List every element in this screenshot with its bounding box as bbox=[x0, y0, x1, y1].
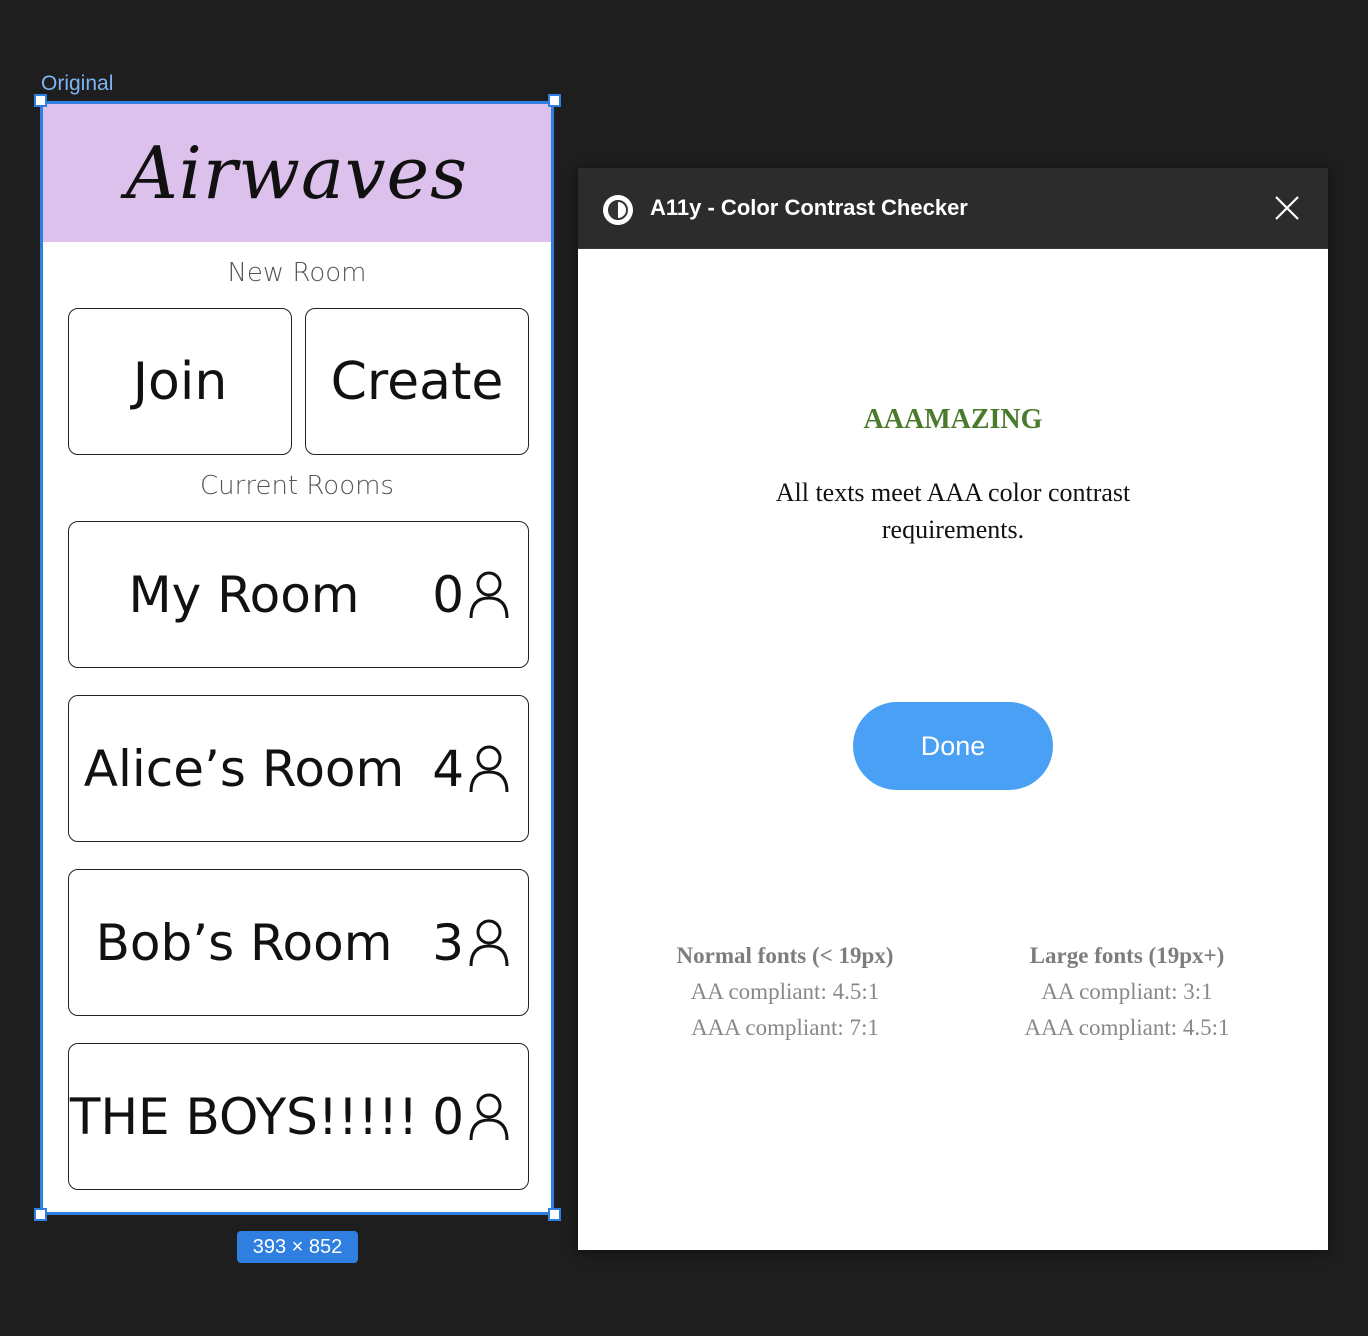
resize-handle-bottom-left[interactable] bbox=[34, 1208, 47, 1221]
resize-handle-top-left[interactable] bbox=[34, 94, 47, 107]
contrast-checker-panel: A11y - Color Contrast Checker AAAMAZING … bbox=[578, 168, 1328, 1250]
contrast-icon bbox=[603, 195, 633, 225]
room-count: 0 bbox=[432, 1087, 464, 1146]
current-rooms-label: Current Rooms bbox=[200, 471, 394, 501]
status-title: AAAMAZING bbox=[863, 404, 1043, 435]
room-name: My Room bbox=[128, 565, 360, 624]
normal-fonts-aaa: AAA compliant: 7:1 bbox=[691, 1015, 879, 1040]
room-count: 4 bbox=[432, 739, 464, 798]
close-icon[interactable] bbox=[1274, 195, 1300, 221]
new-room-label: New Room bbox=[227, 258, 367, 288]
panel-title: A11y - Color Contrast Checker bbox=[650, 195, 968, 220]
room-card-my-room[interactable]: My Room 0 bbox=[68, 521, 529, 668]
normal-fonts-heading: Normal fonts (< 19px) bbox=[676, 943, 894, 968]
room-card-alices-room[interactable]: Alice’s Room 4 bbox=[68, 695, 529, 842]
normal-fonts-info: Normal fonts (< 19px) AA compliant: 4.5:… bbox=[653, 938, 917, 1046]
large-fonts-heading: Large fonts (19px+) bbox=[1029, 943, 1225, 968]
join-button[interactable]: Join bbox=[68, 308, 292, 455]
room-card-bobs-room[interactable]: Bob’s Room 3 bbox=[68, 869, 529, 1016]
large-fonts-info: Large fonts (19px+) AA compliant: 3:1 AA… bbox=[996, 938, 1258, 1046]
person-icon bbox=[469, 571, 509, 618]
app-logo: Airwaves bbox=[125, 131, 469, 215]
large-fonts-aa: AA compliant: 3:1 bbox=[1041, 979, 1213, 1004]
person-icon bbox=[469, 1093, 509, 1140]
room-count: 0 bbox=[432, 565, 464, 624]
person-icon bbox=[469, 919, 509, 966]
phone-frame[interactable]: Airwaves New Room Join Create Current Ro… bbox=[40, 101, 554, 1215]
person-icon bbox=[469, 745, 509, 792]
frame-size-badge: 393 × 852 bbox=[237, 1231, 358, 1263]
normal-fonts-aa: AA compliant: 4.5:1 bbox=[690, 979, 880, 1004]
panel-titlebar[interactable]: A11y - Color Contrast Checker bbox=[578, 168, 1328, 249]
large-fonts-aaa: AAA compliant: 4.5:1 bbox=[1024, 1015, 1230, 1040]
resize-handle-top-right[interactable] bbox=[548, 94, 561, 107]
room-count: 3 bbox=[432, 913, 464, 972]
room-card-the-boys[interactable]: THE BOYS!!!!! 0 bbox=[68, 1043, 529, 1190]
frame-label[interactable]: Original bbox=[41, 72, 113, 96]
room-name: THE BOYS!!!!! bbox=[69, 1087, 419, 1146]
status-message: All texts meet AAA color contrast requir… bbox=[775, 478, 1131, 544]
room-name: Alice’s Room bbox=[83, 739, 405, 798]
resize-handle-bottom-right[interactable] bbox=[548, 1208, 561, 1221]
done-button[interactable]: Done bbox=[853, 702, 1053, 790]
create-button[interactable]: Create bbox=[305, 308, 529, 455]
app-header: Airwaves bbox=[43, 104, 551, 242]
room-name: Bob’s Room bbox=[95, 913, 393, 972]
